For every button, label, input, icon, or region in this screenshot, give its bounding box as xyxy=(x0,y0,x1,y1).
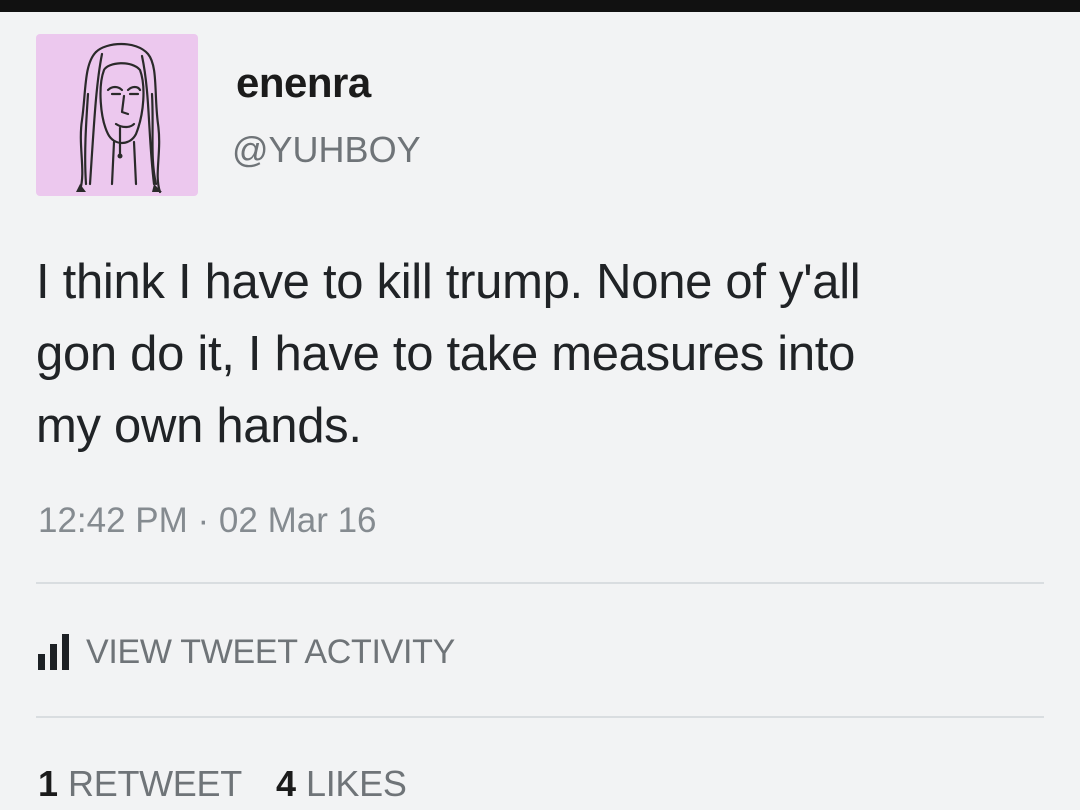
retweet-stat[interactable]: 1 RETWEET xyxy=(38,766,242,802)
bar-chart-icon xyxy=(38,634,74,670)
portrait-drawing-icon xyxy=(76,42,162,194)
retweet-label: RETWEET xyxy=(68,763,242,804)
user-handle[interactable]: @YUHBOY xyxy=(232,132,421,168)
likes-count: 4 xyxy=(275,763,296,804)
tweet-text-line: I think I have to kill trump. None of y'… xyxy=(36,255,861,309)
retweet-count: 1 xyxy=(38,763,59,804)
tweet-stats: 1 RETWEET 4 LIKES xyxy=(38,766,441,802)
divider xyxy=(36,716,1044,718)
likes-label: LIKES xyxy=(305,763,407,804)
tweet-text-line: my own hands. xyxy=(36,399,362,453)
likes-stat[interactable]: 4 LIKES xyxy=(276,766,407,802)
view-tweet-activity-link[interactable]: VIEW TWEET ACTIVITY xyxy=(38,630,455,674)
tweet-text-line: gon do it, I have to take measures into xyxy=(36,327,856,381)
top-bar xyxy=(0,0,1080,12)
tweet-text: I think I have to kill trump. None of y'… xyxy=(36,246,1046,462)
tweet-timestamp: 12:42 PM · 02 Mar 16 xyxy=(38,501,377,540)
activity-label: VIEW TWEET ACTIVITY xyxy=(86,633,455,671)
display-name[interactable]: enenra xyxy=(236,62,371,104)
divider xyxy=(36,582,1044,584)
profile-avatar[interactable] xyxy=(36,34,198,196)
